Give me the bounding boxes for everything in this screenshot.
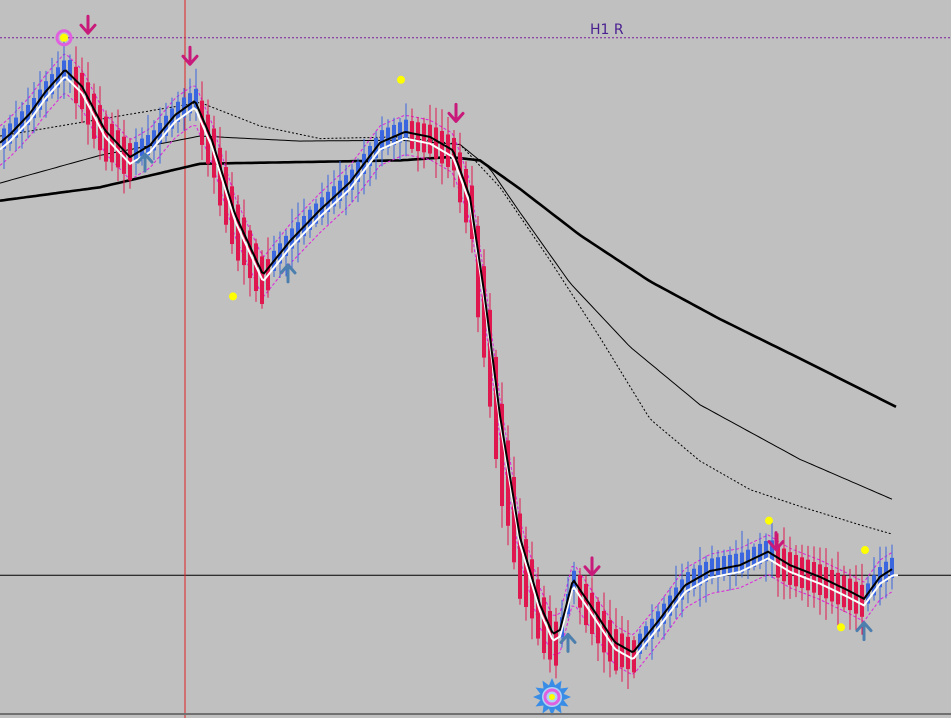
sun-marker-dot [549,694,555,701]
candle-body [800,557,804,588]
candle-body [416,122,420,152]
candle-body [824,567,828,599]
candle-body [428,124,432,154]
candle-body [848,578,852,611]
candle-bearish [500,382,504,528]
candle-body [812,562,816,593]
candle-body [806,559,810,591]
candle-body [446,134,450,167]
signal-dot [60,33,68,42]
signal-dot [229,292,237,301]
candle-body [404,119,408,140]
signal-dot [861,546,869,555]
candle-body [854,581,858,614]
candle-body [716,557,720,578]
candle-body [722,556,726,577]
candle-bearish [476,216,480,333]
candle-body [728,554,732,576]
candle-body [860,584,864,617]
candle-body [626,636,630,670]
candle-bearish [236,195,240,272]
candle-body [524,539,528,607]
candle-body [788,552,792,585]
chart-background [0,0,951,718]
signal-dot [765,516,773,525]
candle-body [410,121,414,149]
candle-body [710,558,714,579]
signal-dot [837,623,845,632]
candle-body [434,127,438,159]
candle-body [554,621,558,666]
candle-body [818,564,822,596]
candle-body [620,633,624,668]
candle-body [842,575,846,608]
candle-body [794,554,798,587]
chart-annotation-text: H1 R [590,22,624,38]
signal-dot [397,75,405,84]
candle-body [422,123,426,153]
candle-body [734,553,738,574]
candle-body [440,130,444,164]
candle-body [836,572,840,605]
candle-body [782,548,786,582]
candle-body [830,569,834,602]
price-chart[interactable]: H1 R [0,0,951,718]
candle-bearish [524,526,528,621]
